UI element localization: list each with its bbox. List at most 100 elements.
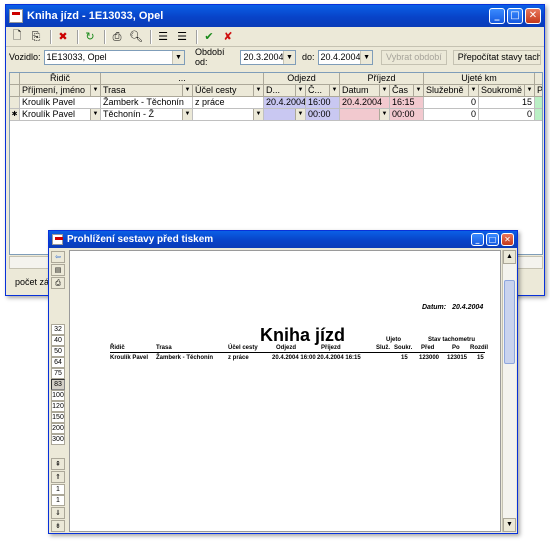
print-icon[interactable]: ⎙	[51, 277, 65, 289]
filter-dropdown-icon[interactable]: ▼	[468, 85, 478, 96]
zoom-option[interactable]: 300	[51, 434, 65, 445]
cell-departure-time[interactable]: 00:00	[306, 109, 340, 121]
cell-purpose[interactable]: ▼	[193, 109, 264, 121]
table-row[interactable]: Kroulík Pavel Žamberk - Těchonín z práce…	[10, 97, 542, 109]
filter-dropdown-icon[interactable]: ▼	[253, 85, 263, 96]
cell-extra[interactable]	[535, 109, 542, 121]
vehicle-select[interactable]: 1E13033, Opel ▼	[43, 49, 185, 65]
maximize-button[interactable]: □	[507, 8, 523, 24]
filter-dropdown-icon[interactable]: ▼	[90, 85, 100, 96]
new-record-icon[interactable]: 🗋	[9, 29, 25, 45]
report-page: Datum: 20.4.2004 Kniha jízd Ujeto Stav t…	[69, 250, 501, 532]
filter-dropdown-icon[interactable]: ▼	[524, 85, 534, 96]
cell-arrival-date[interactable]: ▼	[340, 109, 390, 121]
zoom-option[interactable]: 50	[51, 346, 65, 357]
cell-arrival-time[interactable]: 16:15	[390, 97, 424, 109]
filter-dropdown-icon[interactable]: ▼	[413, 85, 423, 96]
recalculate-tachometer-button[interactable]: Přepočítat stavy tachom	[452, 49, 542, 65]
refresh-icon[interactable]: ↻	[82, 29, 98, 45]
current-page[interactable]: 1	[51, 484, 65, 495]
period-to-input[interactable]: 20.4.2004 ▼	[317, 49, 374, 65]
delete-record-icon[interactable]: ✖	[55, 29, 71, 45]
exit-preview-icon[interactable]: ⇦	[51, 251, 65, 263]
copy-record-icon[interactable]: ⎘	[28, 29, 44, 45]
zoom-option[interactable]: 120	[51, 401, 65, 412]
previous-page-icon[interactable]: ⇑	[51, 471, 65, 483]
cell-departure-date[interactable]: 20.4.2004	[264, 97, 306, 109]
column-header-extra[interactable]: P	[535, 85, 542, 97]
cell-purpose[interactable]: z práce	[193, 97, 264, 109]
chevron-down-icon[interactable]: ▼	[360, 50, 373, 64]
select-period-button[interactable]: Vybrat období	[381, 49, 447, 65]
minimize-button[interactable]: _	[489, 8, 505, 24]
first-page-icon[interactable]: ⇞	[51, 458, 65, 470]
row-edit-indicator-icon[interactable]: ✱	[10, 109, 20, 121]
list-alt-icon[interactable]: ☰	[174, 29, 190, 45]
zoom-option[interactable]: 32	[51, 324, 65, 335]
column-header-arrival-date[interactable]: Datum ▼	[340, 85, 390, 97]
zoom-option[interactable]: 100	[51, 390, 65, 401]
print-icon[interactable]: ⎙	[109, 29, 125, 45]
zoom-option-selected[interactable]: 83	[51, 379, 65, 390]
cell-private-km[interactable]: 0	[479, 109, 535, 121]
cancel-icon[interactable]: ✘	[220, 29, 236, 45]
last-page-icon[interactable]: ⇟	[51, 520, 65, 532]
row-indicator[interactable]	[10, 97, 20, 109]
scroll-up-icon[interactable]: ▲	[503, 250, 516, 264]
zoom-option[interactable]: 200	[51, 423, 65, 434]
next-page-icon[interactable]: ⇓	[51, 507, 65, 519]
maximize-button[interactable]: □	[486, 233, 499, 246]
filter-dropdown-icon[interactable]: ▼	[295, 85, 305, 96]
cell-arrival-date[interactable]: 20.4.2004	[340, 97, 390, 109]
zoom-option[interactable]: 40	[51, 335, 65, 346]
cell-departure-date[interactable]: ▼	[264, 109, 306, 121]
cell-route[interactable]: Žamberk - Těchonín	[101, 97, 193, 109]
table-row[interactable]: ✱ Kroulík Pavel ▼ Těchonín - Ž ▼ ▼ ▼ 00:00…	[10, 109, 542, 121]
chevron-down-icon[interactable]: ▼	[171, 50, 184, 64]
list-icon[interactable]: ☰	[155, 29, 171, 45]
column-header-private-km[interactable]: Soukromě ▼	[479, 85, 535, 97]
zoom-option[interactable]: 64	[51, 357, 65, 368]
close-button[interactable]: ✕	[501, 233, 514, 246]
group-header-extra	[535, 73, 542, 85]
column-header-departure-time[interactable]: Č... ▼	[306, 85, 340, 97]
period-from-input[interactable]: 20.3.2004 ▼	[240, 49, 296, 65]
filter-dropdown-icon[interactable]: ▼	[329, 85, 339, 96]
cell-arrival-time[interactable]: 00:00	[390, 109, 424, 121]
preview-titlebar[interactable]: Prohlížení sestavy před tiskem _ □ ✕	[49, 231, 517, 248]
confirm-icon[interactable]: ✔	[201, 29, 217, 45]
cell-driver[interactable]: Kroulík Pavel ▼	[20, 109, 101, 121]
minimize-button[interactable]: _	[471, 233, 484, 246]
column-header-route[interactable]: Trasa ▼	[101, 85, 193, 97]
chevron-down-icon[interactable]: ▼	[182, 109, 192, 120]
cell-private-km[interactable]: 15	[479, 97, 535, 109]
chevron-down-icon[interactable]: ▼	[90, 109, 100, 120]
close-button[interactable]: ✕	[525, 8, 541, 24]
chevron-down-icon[interactable]: ▼	[253, 109, 263, 120]
chevron-down-icon[interactable]: ▼	[379, 109, 389, 120]
main-titlebar[interactable]: Kniha jízd - 1E13033, Opel _ □ ✕	[6, 5, 544, 27]
search-icon[interactable]: 🔍︎	[128, 29, 144, 45]
chevron-down-icon[interactable]: ▼	[283, 50, 295, 64]
zoom-option[interactable]: 150	[51, 412, 65, 423]
chevron-down-icon[interactable]: ▼	[295, 109, 305, 120]
page-setup-icon[interactable]: ▤	[51, 264, 65, 276]
cell-route[interactable]: Těchonín - Ž ▼	[101, 109, 193, 121]
cell-business-km[interactable]: 0	[424, 109, 479, 121]
column-header-purpose[interactable]: Účel cesty ▼	[193, 85, 264, 97]
cell-departure-time[interactable]: 16:00	[306, 97, 340, 109]
column-header-label: Datum	[342, 85, 369, 95]
cell-business-km[interactable]: 0	[424, 97, 479, 109]
scroll-thumb[interactable]	[504, 280, 515, 364]
scroll-down-icon[interactable]: ▼	[503, 518, 516, 532]
column-header-driver[interactable]: Příjmení, jméno ▼	[20, 85, 101, 97]
column-header-business-km[interactable]: Služebně ▼	[424, 85, 479, 97]
filter-dropdown-icon[interactable]: ▼	[379, 85, 389, 96]
cell-driver[interactable]: Kroulík Pavel	[20, 97, 101, 109]
cell-extra[interactable]	[535, 97, 542, 109]
zoom-option[interactable]: 75	[51, 368, 65, 379]
column-header-departure-date[interactable]: D... ▼	[264, 85, 306, 97]
column-header-arrival-time[interactable]: Čas ▼	[390, 85, 424, 97]
vertical-scrollbar[interactable]: ▲ ▼	[502, 250, 516, 532]
filter-dropdown-icon[interactable]: ▼	[182, 85, 192, 96]
